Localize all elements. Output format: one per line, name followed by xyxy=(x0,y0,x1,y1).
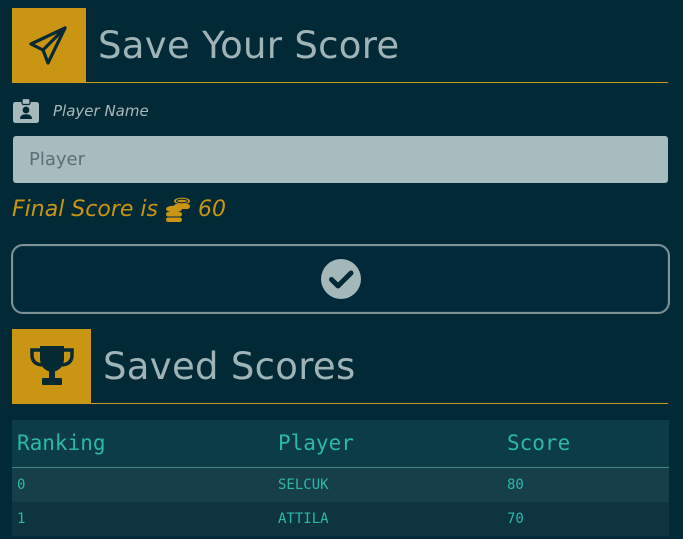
save-score-icon-box xyxy=(12,8,86,82)
table-header-row: Ranking Player Score xyxy=(12,420,669,468)
player-name-input[interactable] xyxy=(13,136,668,183)
scores-table: Ranking Player Score 0 SELCUK 80 1 ATTIL… xyxy=(12,420,669,536)
saved-scores-title: Saved Scores xyxy=(103,344,356,388)
id-badge-icon xyxy=(13,98,39,123)
saved-scores-header: Saved Scores xyxy=(12,329,668,404)
column-header-score: Score xyxy=(502,420,669,468)
score-cell: 80 xyxy=(507,476,524,493)
player-cell: SELCUK xyxy=(278,476,329,493)
save-score-header: Save Your Score xyxy=(12,8,668,83)
player-cell: ATTILA xyxy=(278,510,329,527)
coins-icon xyxy=(165,197,190,222)
save-score-button[interactable] xyxy=(11,244,670,314)
paper-plane-icon xyxy=(29,26,67,65)
check-circle-icon xyxy=(320,259,361,299)
final-score-line: Final Score is 60 xyxy=(12,196,226,222)
column-header-ranking: Ranking xyxy=(12,420,273,468)
column-header-player: Player xyxy=(273,420,502,468)
ranking-cell: 1 xyxy=(17,510,26,527)
player-name-label-row: Player Name xyxy=(12,98,149,124)
saved-scores-icon-box xyxy=(12,329,91,403)
table-row: 1 ATTILA 70 xyxy=(12,501,669,536)
save-score-page: Save Your Score Player Name Final Score … xyxy=(0,0,683,539)
final-score-value: 60 xyxy=(197,196,226,222)
player-name-label: Player Name xyxy=(53,102,149,120)
save-score-title: Save Your Score xyxy=(98,23,400,67)
final-score-prefix: Final Score is xyxy=(12,196,158,222)
score-cell: 70 xyxy=(507,510,524,527)
trophy-icon xyxy=(29,346,74,385)
ranking-cell: 0 xyxy=(17,476,26,493)
table-row: 0 SELCUK 80 xyxy=(12,467,669,502)
